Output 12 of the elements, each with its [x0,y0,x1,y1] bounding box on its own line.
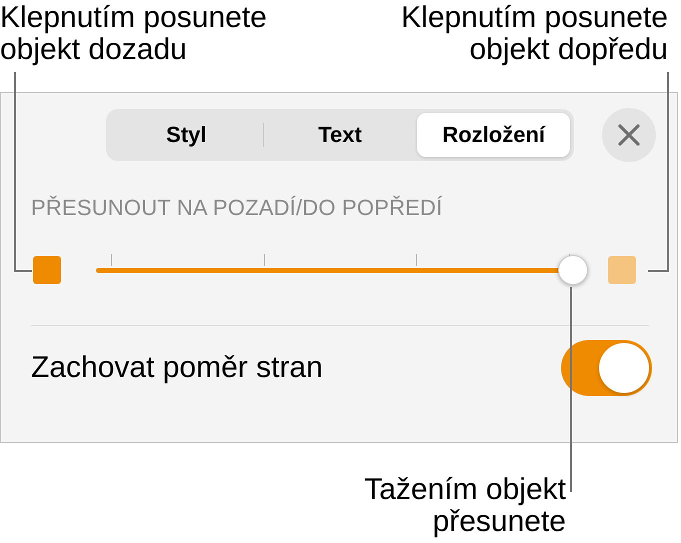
toggle-label: Zachovat poměr stran [31,351,323,385]
callout-text: Klepnutím posunete objekt dozadu [0,2,267,66]
close-icon [617,123,641,147]
slider-thumb[interactable] [558,255,588,285]
segment-tab[interactable]: Text [264,113,416,157]
callout-text: Klepnutím posunete objekt dopředu [401,2,668,66]
square-icon[interactable] [608,256,636,284]
square-icon[interactable] [33,256,61,284]
section-header: PŘESUNOUT NA POZADÍ/DO POPŘEDÍ [31,195,444,221]
callout-text: Tažením objekt přesunete [364,474,566,538]
segment-tab[interactable]: Rozložení [417,113,570,157]
segment-tab[interactable]: Styl [110,113,263,157]
